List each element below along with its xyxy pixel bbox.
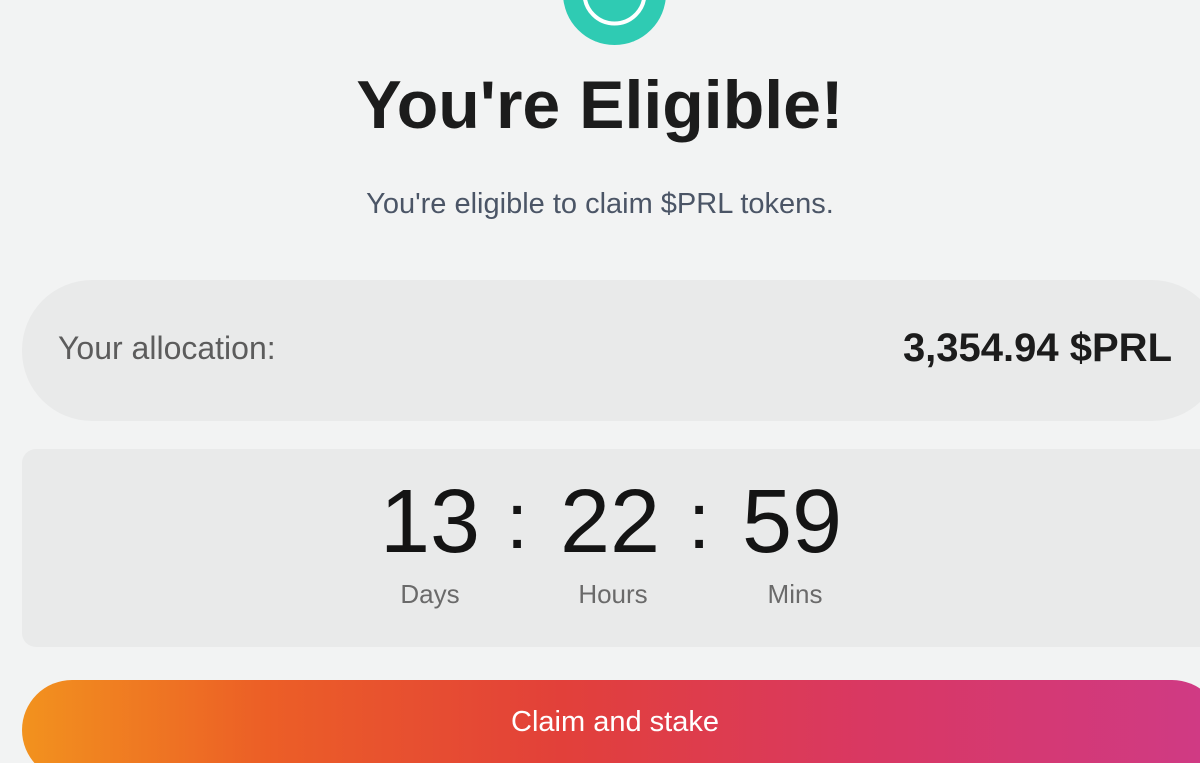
allocation-label: Your allocation: [58,330,276,366]
check-circle-icon [563,0,666,45]
claim-and-stake-button[interactable]: Claim and stake [22,680,1200,763]
allocation-card: Your allocation: 3,354.94 $PRL [22,280,1200,421]
eligibility-page: You're Eligible! You're eligible to clai… [0,0,1200,763]
countdown-days-label: Days [400,579,460,609]
page-subtitle: You're eligible to claim $PRL tokens. [366,188,834,220]
claim-button-label: Claim and stake [511,706,719,738]
allocation-value: 3,354.94 $PRL [902,326,1172,370]
countdown-timer: 13 : 22 : 59 Days Hours Mins [22,449,1200,647]
countdown-mins-label: Mins [767,579,823,609]
countdown-separator: : [688,476,711,565]
page-title: You're Eligible! [356,67,844,143]
countdown-hours: 22 [559,472,661,572]
countdown-hours-label: Hours [578,579,648,609]
countdown-mins: 59 [741,472,843,572]
countdown-separator: : [506,476,529,565]
countdown-days: 13 [379,472,481,572]
